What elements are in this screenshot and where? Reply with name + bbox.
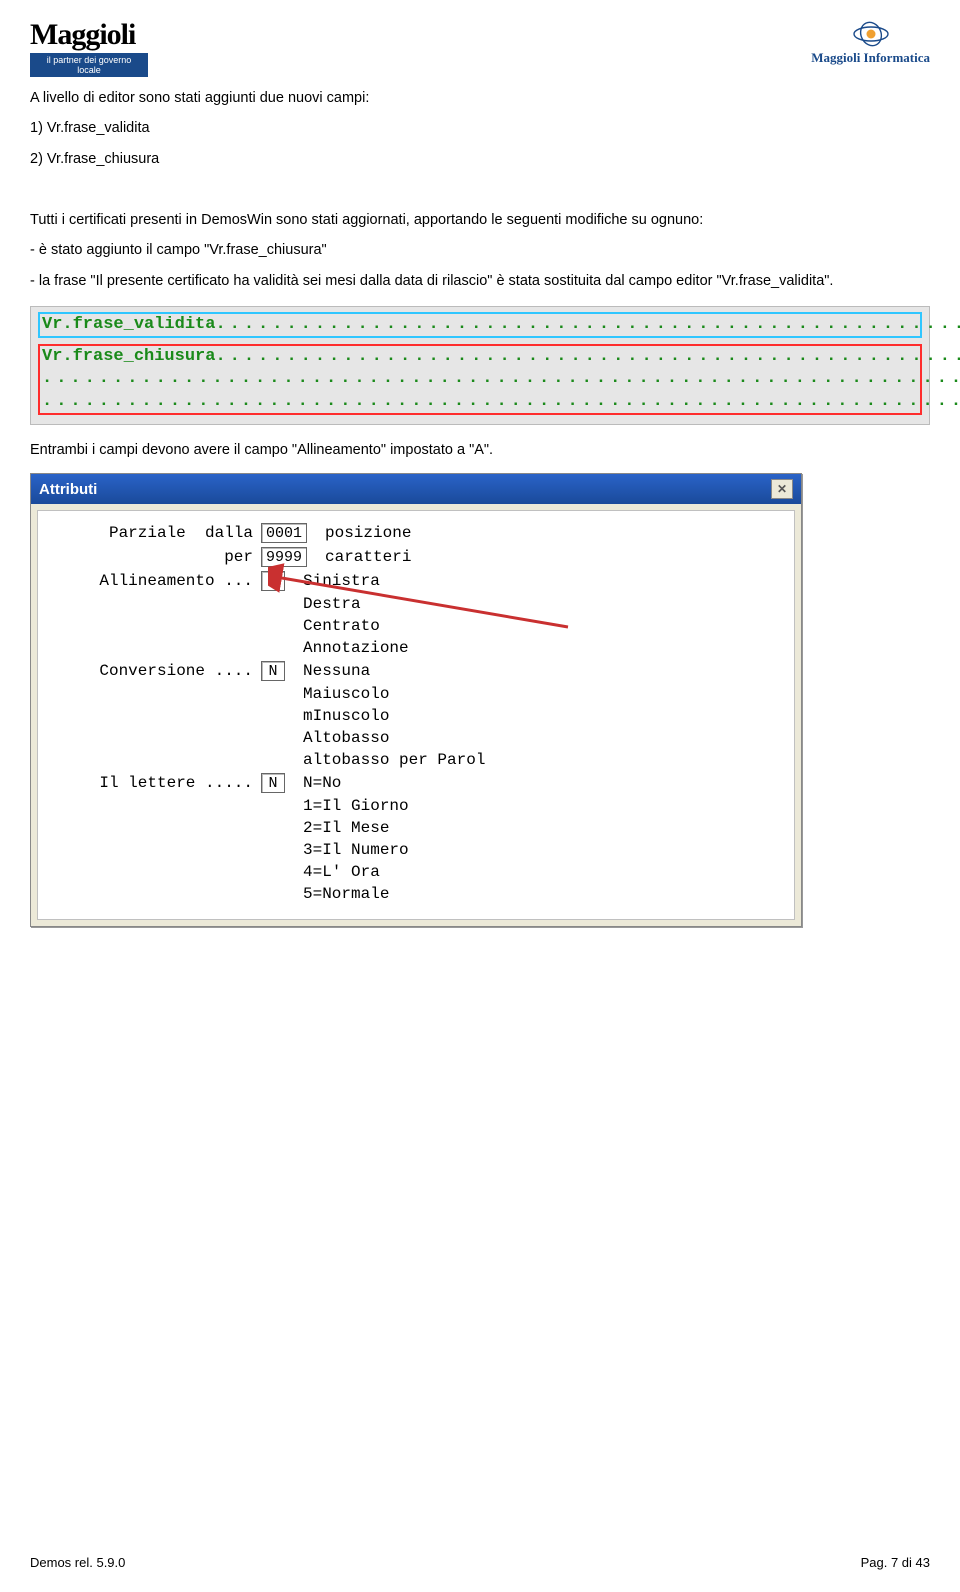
row-conversione: Conversione .... Nessuna	[58, 661, 774, 681]
page-footer: Demos rel. 5.9.0 Pag. 7 di 43	[30, 1555, 930, 1570]
dots: ........................................…	[42, 369, 960, 388]
footer-left: Demos rel. 5.9.0	[30, 1555, 125, 1570]
dots: ........................................…	[42, 392, 960, 411]
dots: ........................................…	[215, 347, 960, 366]
field-chiusura-label: Vr.frase_chiusura	[42, 347, 215, 366]
intro-item-1: 1) Vr.frase_validita	[30, 117, 930, 139]
rings-icon	[852, 20, 890, 48]
footer-right: Pag. 7 di 43	[861, 1555, 930, 1570]
opt-altobasso: Altobasso	[303, 729, 389, 747]
row-lettere: Il lettere ..... N=No	[58, 773, 774, 793]
opt-2: 2=Il Mese	[303, 819, 389, 837]
opt-centrato: Centrato	[303, 617, 380, 635]
field-validita-row: Vr.frase_validita.......................…	[39, 313, 921, 337]
mid-text: Entrambi i campi devono avere il campo "…	[30, 439, 930, 461]
opt-destra: Destra	[303, 595, 361, 613]
para2-l1: Tutti i certificati presenti in DemosWin…	[30, 209, 930, 231]
page-header: Maggioli il partner dei governo locale M…	[30, 20, 930, 77]
suffix-caratteri: caratteri	[325, 548, 411, 566]
intro-item-2: 2) Vr.frase_chiusura	[30, 148, 930, 170]
body-content: A livello di editor sono stati aggiunti …	[30, 87, 930, 292]
para2-l3: - la frase "Il presente certificato ha v…	[30, 270, 930, 292]
input-conversione[interactable]	[261, 661, 285, 681]
suffix-nessuna: Nessuna	[303, 662, 370, 680]
opt-altobasso-parol: altobasso per Parol	[303, 751, 485, 769]
input-parziale[interactable]	[261, 523, 307, 543]
input-per[interactable]	[261, 547, 307, 567]
dialog-titlebar: Attributi ✕	[31, 474, 801, 504]
opt-1: 1=Il Giorno	[303, 797, 409, 815]
opt-3: 3=Il Numero	[303, 841, 409, 859]
input-lettere[interactable]	[261, 773, 285, 793]
suffix-posizione: posizione	[325, 524, 411, 542]
opt-maiuscolo: Maiuscolo	[303, 685, 389, 703]
label-per: per	[58, 548, 261, 566]
opt-5: 5=Normale	[303, 885, 389, 903]
para2-l2: - è stato aggiunto il campo "Vr.frase_ch…	[30, 239, 930, 261]
logo-subtext: il partner dei governo locale	[30, 53, 148, 77]
dialog-body: Parziale dalla posizione per caratteri A…	[37, 510, 795, 920]
suffix-nno: N=No	[303, 774, 341, 792]
logo-left: Maggioli il partner dei governo locale	[30, 20, 148, 77]
editor-fields-box: Vr.frase_validita.......................…	[30, 306, 930, 424]
intro-line: A livello di editor sono stati aggiunti …	[30, 87, 930, 109]
field-chiusura-row: Vr.frase_chiusura.......................…	[39, 345, 921, 413]
dots: ........................................…	[215, 315, 960, 334]
opt-4: 4=L' Ora	[303, 863, 380, 881]
suffix-sinistra: Sinistra	[303, 572, 380, 590]
close-icon[interactable]: ✕	[771, 479, 793, 499]
opt-minuscolo: mInuscolo	[303, 707, 389, 725]
logo-maggioli-text: Maggioli	[30, 20, 148, 50]
input-allineamento[interactable]	[261, 571, 285, 591]
label-lettere: Il lettere .....	[58, 774, 261, 792]
row-parziale: Parziale dalla posizione	[58, 523, 774, 543]
logo-right-text: Maggioli Informatica	[811, 50, 930, 66]
field-validita-label: Vr.frase_validita	[42, 315, 215, 334]
dialog-title-text: Attributi	[39, 481, 97, 498]
row-allineamento: Allineamento ... Sinistra	[58, 571, 774, 591]
label-parziale: Parziale dalla	[58, 524, 261, 542]
label-conversione: Conversione ....	[58, 662, 261, 680]
opt-annotazione: Annotazione	[303, 639, 409, 657]
label-allineamento: Allineamento ...	[58, 572, 261, 590]
logo-right: Maggioli Informatica	[811, 20, 930, 66]
attributi-dialog: Attributi ✕ Parziale dalla posizione per	[30, 473, 802, 927]
row-per: per caratteri	[58, 547, 774, 567]
